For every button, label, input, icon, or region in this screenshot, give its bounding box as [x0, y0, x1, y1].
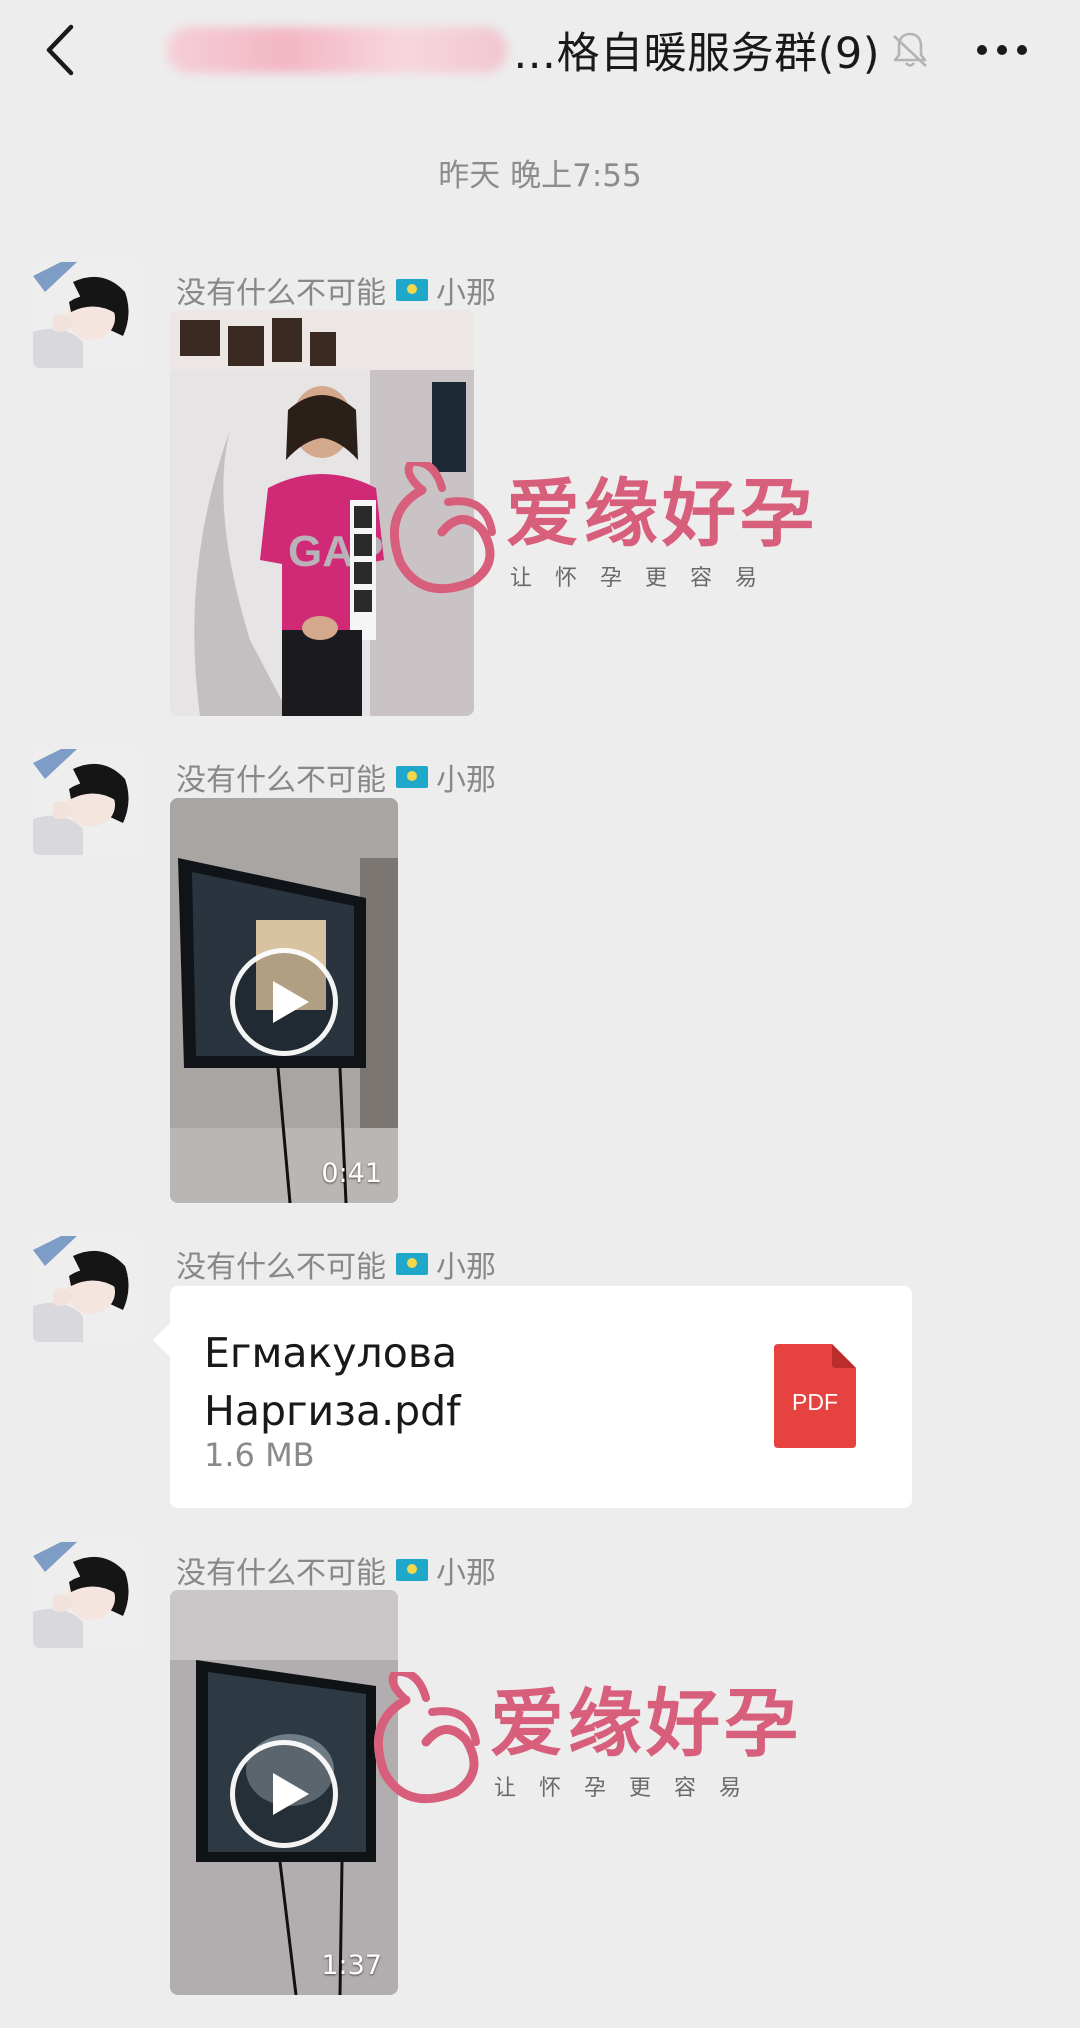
svg-text:PDF: PDF [792, 1389, 838, 1415]
watermark-subtitle: 让怀孕更容易 [494, 1776, 765, 1801]
avatar[interactable] [33, 749, 139, 855]
kazakhstan-flag-icon [396, 1559, 428, 1581]
watermark-logo-icon [389, 462, 496, 594]
video-message[interactable]: 0:41 [170, 798, 398, 1203]
video-duration: 0:41 [321, 1158, 382, 1189]
video-message[interactable]: 1:37 [170, 1590, 398, 1995]
watermark: 爱缘好孕 让怀孕更容易 [382, 462, 818, 602]
avatar[interactable] [33, 262, 139, 368]
avatar[interactable] [33, 1542, 139, 1648]
watermark-logo-icon [373, 1672, 480, 1804]
video-duration: 1:37 [321, 1950, 382, 1981]
file-message[interactable]: Егмакулова Наргиза.pdf 1.6 MB PDF [153, 1286, 912, 1508]
chevron-left-icon [46, 24, 74, 76]
pdf-file-icon: PDF [774, 1344, 856, 1448]
watermark-title: 爱缘好孕 [490, 1681, 802, 1767]
nav-bar: …格自暖服务群(9) [0, 0, 1080, 100]
kazakhstan-flag-icon [396, 1253, 428, 1275]
more-button[interactable] [972, 30, 1032, 70]
kazakhstan-flag-icon [396, 766, 428, 788]
sender-name: 没有什么不可能 小那 [176, 763, 496, 798]
play-icon[interactable] [230, 948, 338, 1056]
sender-name: 没有什么不可能 小那 [176, 1250, 496, 1285]
watermark: 爱缘好孕 让怀孕更容易 [366, 1672, 802, 1812]
watermark-title: 爱缘好孕 [506, 471, 818, 557]
chat-title: …格自暖服务群(9) [130, 18, 880, 82]
bell-muted-icon [893, 32, 927, 67]
file-size: 1.6 MB [204, 1436, 315, 1474]
avatar[interactable] [33, 1236, 139, 1342]
chat-title-text: …格自暖服务群(9) [513, 29, 880, 79]
kazakhstan-flag-icon [396, 279, 428, 301]
file-name: Егмакулова Наргиза.pdf [204, 1329, 461, 1435]
back-button[interactable] [30, 14, 90, 86]
watermark-subtitle: 让怀孕更容易 [510, 566, 781, 591]
play-icon[interactable] [230, 1740, 338, 1848]
sender-name: 没有什么不可能 小那 [176, 276, 496, 311]
chat-timestamp: 昨天 晚上7:55 [438, 158, 642, 194]
sender-name: 没有什么不可能 小那 [176, 1556, 496, 1591]
redacted-title-prefix [167, 27, 508, 73]
